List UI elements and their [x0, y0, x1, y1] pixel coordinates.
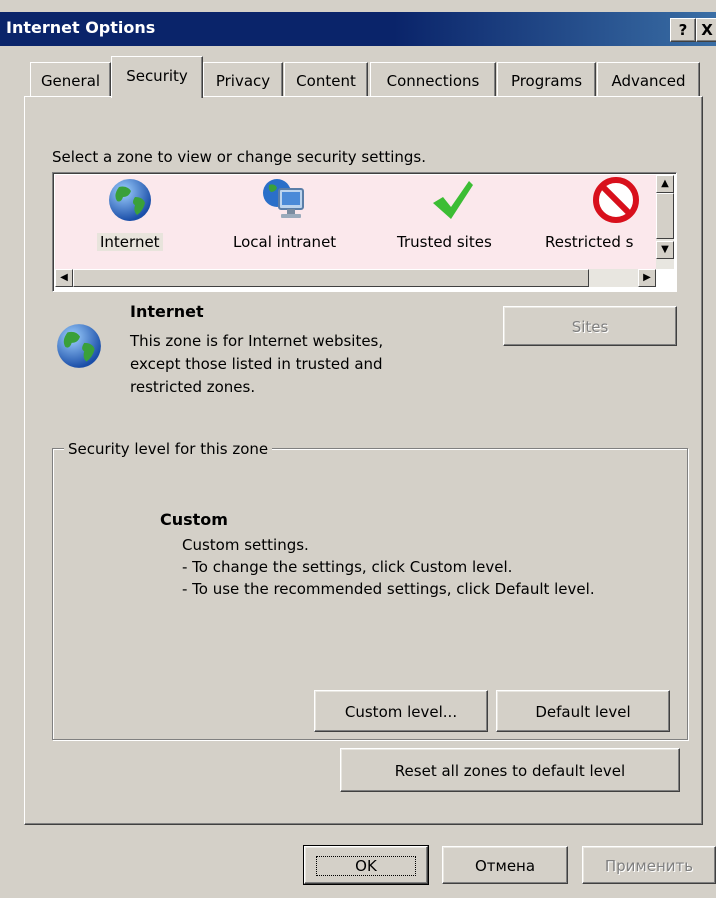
- zone-description-line3: restricted zones.: [130, 378, 256, 396]
- scroll-down-button[interactable]: ▼: [656, 241, 674, 259]
- custom-level-button[interactable]: Custom level...: [314, 690, 488, 732]
- default-level-button[interactable]: Default level: [496, 690, 670, 732]
- cancel-button-label: Отмена: [474, 857, 536, 875]
- zone-local-intranet[interactable]: Local intranet: [233, 177, 363, 267]
- tab-privacy[interactable]: Privacy: [203, 62, 283, 96]
- scroll-left-button[interactable]: ◀: [55, 269, 73, 287]
- title-bar[interactable]: Internet Options ? X: [0, 12, 716, 46]
- zone-internet[interactable]: Internet: [93, 177, 173, 267]
- zone-internet-label: Internet: [97, 233, 163, 251]
- close-button[interactable]: X: [696, 18, 716, 42]
- security-level-line1: Custom settings.: [182, 536, 309, 554]
- globe-icon: [109, 179, 151, 221]
- zone-restricted-sites-label: Restricted s: [545, 233, 634, 251]
- vertical-scrollbar[interactable]: ▲ ▼: [656, 175, 674, 269]
- security-level-line3: - To use the recommended settings, click…: [182, 580, 595, 598]
- zone-trusted-sites[interactable]: Trusted sites: [395, 177, 515, 267]
- zone-list[interactable]: Internet Local intranet Trusted sites Re…: [52, 172, 677, 292]
- scroll-right-button[interactable]: ▶: [638, 269, 656, 287]
- tab-programs[interactable]: Programs: [497, 62, 596, 96]
- reset-all-zones-button[interactable]: Reset all zones to default level: [340, 748, 680, 792]
- sites-button-label: Sites: [571, 318, 609, 336]
- tab-connections[interactable]: Connections: [370, 62, 496, 96]
- local-intranet-icon: [263, 179, 304, 218]
- zone-local-intranet-label: Local intranet: [233, 233, 337, 251]
- cancel-button[interactable]: Отмена: [442, 846, 568, 884]
- apply-button[interactable]: Применить: [582, 846, 716, 884]
- zone-name: Internet: [130, 302, 204, 321]
- restricted-icon: [593, 177, 639, 223]
- default-level-button-label: Default level: [535, 703, 631, 721]
- window-title: Internet Options: [6, 18, 156, 37]
- vertical-scroll-thumb[interactable]: [656, 193, 674, 239]
- zone-restricted-sites[interactable]: Restricted s: [543, 177, 657, 267]
- tab-content[interactable]: Content: [284, 62, 368, 96]
- tab-security[interactable]: Security: [111, 56, 203, 98]
- zone-trusted-sites-label: Trusted sites: [397, 233, 492, 251]
- reset-all-zones-label: Reset all zones to default level: [394, 762, 626, 780]
- zone-description-line1: This zone is for Internet websites,: [130, 332, 384, 350]
- globe-icon: [57, 324, 101, 368]
- tab-advanced[interactable]: Advanced: [597, 62, 700, 96]
- ok-button[interactable]: OK: [303, 845, 429, 885]
- help-button[interactable]: ?: [670, 18, 696, 42]
- security-level-legend: Security level for this zone: [64, 440, 273, 458]
- checkmark-icon: [433, 181, 473, 219]
- horizontal-scrollbar[interactable]: ◀ ▶: [55, 269, 656, 287]
- zone-select-prompt: Select a zone to view or change security…: [52, 148, 427, 166]
- sites-button[interactable]: Sites: [503, 306, 677, 346]
- tab-general[interactable]: General: [30, 62, 111, 96]
- security-level-line2: - To change the settings, click Custom l…: [182, 558, 513, 576]
- zone-description-line2: except those listed in trusted and: [130, 355, 383, 373]
- security-level-name: Custom: [160, 510, 228, 529]
- scroll-up-button[interactable]: ▲: [656, 175, 674, 193]
- apply-button-label: Применить: [604, 857, 694, 875]
- horizontal-scroll-thumb[interactable]: [73, 269, 589, 287]
- ok-button-label: OK: [316, 856, 416, 876]
- custom-level-button-label: Custom level...: [344, 703, 458, 721]
